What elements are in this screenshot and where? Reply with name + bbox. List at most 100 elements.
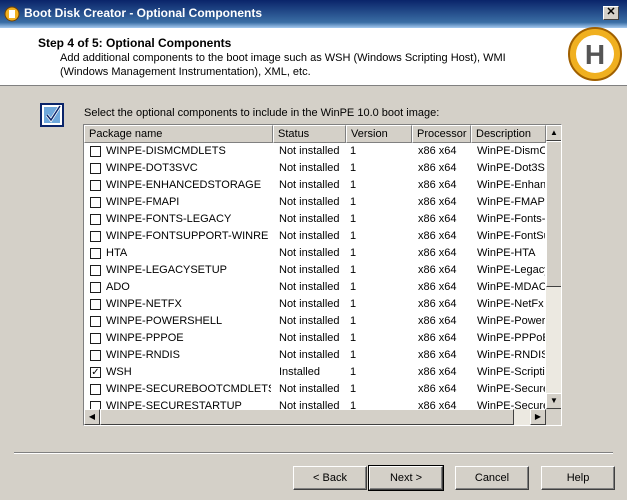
scroll-down-button[interactable]: ▼ [546, 393, 561, 409]
row-checkbox[interactable] [90, 197, 101, 208]
cell-processor: x86 x64 [418, 247, 457, 259]
cell-processor: x86 x64 [418, 162, 457, 174]
table-row[interactable]: WINPE-FONTS-LEGACY Not installed 1 x86 x64 W… [84, 211, 546, 228]
cell-description: WinPE-FontSupport-WinRE [477, 230, 545, 242]
list-body: WINPE-DISMCMDLETS Not installed 1 x86 x64 Wi… [84, 143, 546, 409]
horizontal-scroll-thumb[interactable] [100, 409, 514, 425]
row-checkbox[interactable] [90, 265, 101, 276]
logo-letter: H [585, 39, 605, 70]
scroll-right-button[interactable]: ▶ [530, 409, 546, 425]
row-checkbox[interactable] [90, 350, 101, 361]
row-checkbox[interactable] [90, 316, 101, 327]
cell-status: Not installed [279, 247, 340, 259]
cell-name: WINPE-SECUREBOOTCMDLETS [106, 383, 271, 395]
cell-status: Not installed [279, 196, 340, 208]
cell-version: 1 [350, 383, 357, 395]
cell-description: WinPE-Fonts-Legacy [477, 213, 545, 225]
vertical-scrollbar[interactable]: ▲ ▼ [546, 125, 561, 409]
vertical-scroll-thumb[interactable] [546, 141, 561, 287]
column-header-version[interactable]: Version [346, 125, 412, 143]
table-row[interactable]: WINPE-SECURESTARTUP Not installed 1 x86 x64… [84, 398, 546, 409]
help-button[interactable]: Help [541, 466, 615, 490]
cell-name: WINPE-RNDIS [106, 349, 180, 361]
components-listview[interactable]: Package name Status Version Processor De… [83, 124, 562, 426]
row-checkbox[interactable] [90, 146, 101, 157]
cell-name: WINPE-SECURESTARTUP [106, 400, 242, 409]
row-checkbox[interactable] [90, 231, 101, 242]
horizontal-scrollbar[interactable]: ◀ ▶ [84, 409, 546, 425]
back-button[interactable]: < Back [293, 466, 367, 490]
cell-processor: x86 x64 [418, 230, 457, 242]
altiris-logo-icon: H [568, 27, 622, 81]
row-checkbox[interactable] [90, 299, 101, 310]
next-button[interactable]: Next > [368, 465, 444, 491]
cancel-button[interactable]: Cancel [455, 466, 529, 490]
cell-description: WinPE-NetFx [477, 298, 544, 310]
cell-status: Not installed [279, 349, 340, 361]
cell-status: Not installed [279, 315, 340, 327]
cell-processor: x86 x64 [418, 145, 457, 157]
scrollbar-corner [546, 409, 561, 425]
step-title: Step 4 of 5: Optional Components [38, 36, 232, 50]
cell-processor: x86 x64 [418, 383, 457, 395]
row-checkbox[interactable] [90, 214, 101, 225]
instruction-label: Select the optional components to includ… [84, 107, 440, 119]
row-checkbox[interactable]: ✓ [90, 367, 101, 378]
cell-version: 1 [350, 281, 357, 293]
column-header-status[interactable]: Status [273, 125, 346, 143]
table-row[interactable]: WINPE-FMAPI Not installed 1 x86 x64 WinPE-FM… [84, 194, 546, 211]
table-row[interactable]: WINPE-LEGACYSETUP Not installed 1 x86 x64 Wi… [84, 262, 546, 279]
cell-version: 1 [350, 366, 357, 378]
cell-processor: x86 x64 [418, 213, 457, 225]
table-row[interactable]: WINPE-PPPOE Not installed 1 x86 x64 WinPE-PP… [84, 330, 546, 347]
cell-version: 1 [350, 179, 357, 191]
cell-status: Not installed [279, 145, 340, 157]
row-checkbox[interactable] [90, 163, 101, 174]
title-bar[interactable]: Boot Disk Creator - Optional Components … [0, 0, 627, 28]
table-row[interactable]: WINPE-DOT3SVC Not installed 1 x86 x64 WinPE-… [84, 160, 546, 177]
scroll-up-button[interactable]: ▲ [546, 125, 561, 141]
row-checkbox[interactable] [90, 248, 101, 259]
cell-name: WINPE-ENHANCEDSTORAGE [106, 179, 262, 191]
cell-processor: x86 x64 [418, 366, 457, 378]
cell-version: 1 [350, 332, 357, 344]
table-row[interactable]: ADO Not installed 1 x86 x64 WinPE-MDAC [84, 279, 546, 296]
cell-description: WinPE-HTA [477, 247, 536, 259]
table-row[interactable]: WINPE-DISMCMDLETS Not installed 1 x86 x64 Wi… [84, 143, 546, 160]
cell-name: WINPE-PPPOE [106, 332, 184, 344]
column-header-processor[interactable]: Processor [412, 125, 471, 143]
row-checkbox[interactable] [90, 384, 101, 395]
cell-status: Not installed [279, 162, 340, 174]
row-checkbox[interactable] [90, 401, 101, 409]
button-separator [14, 452, 613, 454]
close-button[interactable]: ✕ [603, 6, 619, 20]
cell-processor: x86 x64 [418, 400, 457, 409]
cell-name: WINPE-FONTSUPPORT-WINRE [106, 230, 269, 242]
row-checkbox[interactable] [90, 333, 101, 344]
column-header-package-name[interactable]: Package name [84, 125, 273, 143]
table-row[interactable]: WINPE-RNDIS Not installed 1 x86 x64 WinPE-RN… [84, 347, 546, 364]
cell-description: WinPE-SecureStartup [477, 400, 545, 409]
table-row[interactable]: WINPE-ENHANCEDSTORAGE Not installed 1 x86 x… [84, 177, 546, 194]
list-header: Package name Status Version Processor De… [84, 125, 546, 143]
cell-description: WinPE-SecureBootCmdlets [477, 383, 545, 395]
table-row[interactable]: WINPE-FONTSUPPORT-WINRE Not installed 1 x86… [84, 228, 546, 245]
table-row[interactable]: WINPE-SECUREBOOTCMDLETS Not installed 1 x86… [84, 381, 546, 398]
table-row[interactable]: ✓ WSH Installed 1 x86 x64 WinPE-Scripting [84, 364, 546, 381]
cell-description: WinPE-Dot3Svc [477, 162, 545, 174]
row-checkbox[interactable] [90, 282, 101, 293]
cell-status: Not installed [279, 179, 340, 191]
cell-status: Not installed [279, 383, 340, 395]
table-row[interactable]: WINPE-POWERSHELL Not installed 1 x86 x64 Win… [84, 313, 546, 330]
table-row[interactable]: HTA Not installed 1 x86 x64 WinPE-HTA [84, 245, 546, 262]
cell-processor: x86 x64 [418, 264, 457, 276]
scroll-left-button[interactable]: ◀ [84, 409, 100, 425]
cell-name: WINPE-FONTS-LEGACY [106, 213, 232, 225]
column-header-description[interactable]: Description [471, 125, 546, 143]
cell-description: WinPE-EnhancedStorage [477, 179, 545, 191]
cell-name: WINPE-DISMCMDLETS [106, 145, 226, 157]
table-row[interactable]: WINPE-NETFX Not installed 1 x86 x64 WinPE-Ne… [84, 296, 546, 313]
row-checkbox[interactable] [90, 180, 101, 191]
cell-version: 1 [350, 400, 357, 409]
step-description: Add additional components to the boot im… [60, 52, 506, 78]
